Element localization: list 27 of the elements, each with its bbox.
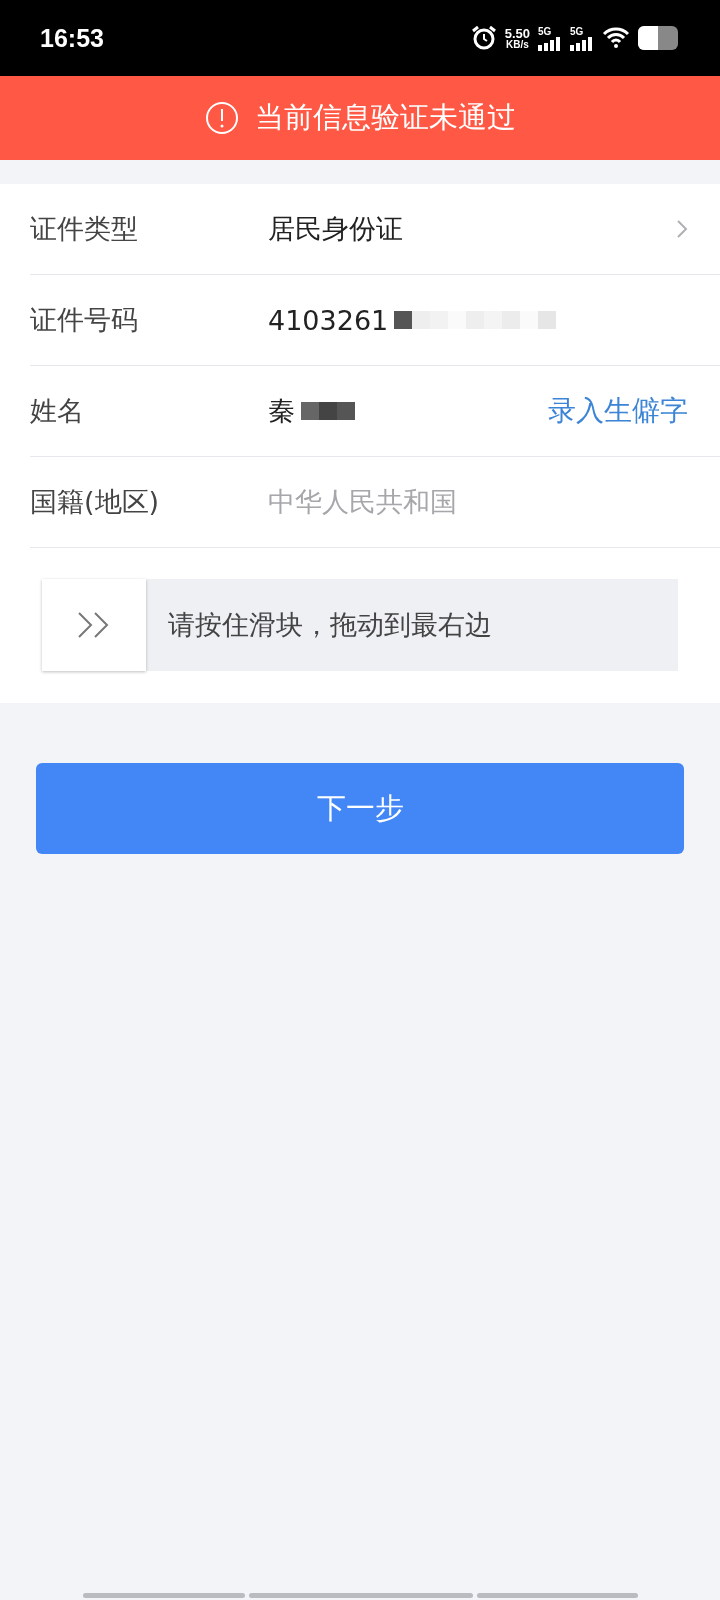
double-chevron-icon bbox=[77, 611, 111, 639]
field-label: 证件类型 bbox=[30, 212, 139, 246]
network-type: 5G bbox=[538, 25, 552, 37]
wifi-icon bbox=[602, 27, 630, 49]
field-value: 中华人民共和国 bbox=[268, 485, 457, 519]
field-value[interactable]: 4103261 bbox=[268, 304, 389, 336]
network-speed: 5.50 bbox=[504, 26, 530, 40]
warning-icon bbox=[204, 101, 239, 135]
field-label: 证件号码 bbox=[30, 303, 139, 337]
network-type: 5G bbox=[570, 25, 584, 37]
signal-icon bbox=[538, 36, 562, 51]
signal-icon bbox=[570, 36, 594, 51]
field-value[interactable]: 居民身份证 bbox=[268, 211, 403, 247]
alarm-icon bbox=[470, 25, 497, 51]
slider-handle[interactable] bbox=[42, 579, 146, 671]
rare-character-link[interactable]: 录入生僻字 bbox=[548, 392, 688, 430]
error-message: 当前信息验证未通过 bbox=[254, 99, 516, 136]
chevron-icon bbox=[676, 219, 688, 239]
field-label: 国籍(地区) bbox=[30, 485, 161, 519]
field-label: 姓名 bbox=[30, 394, 85, 428]
redaction-mosaic bbox=[301, 402, 355, 420]
field-value[interactable]: 秦 bbox=[268, 393, 295, 429]
slider-track[interactable]: 请按住滑块，拖动到最右边 bbox=[42, 579, 678, 671]
clock-time: 16:53 bbox=[40, 23, 104, 53]
slider-hint: 请按住滑块，拖动到最右边 bbox=[168, 608, 492, 642]
battery-icon bbox=[638, 26, 680, 50]
network-speed-unit: KB/s bbox=[505, 39, 529, 50]
